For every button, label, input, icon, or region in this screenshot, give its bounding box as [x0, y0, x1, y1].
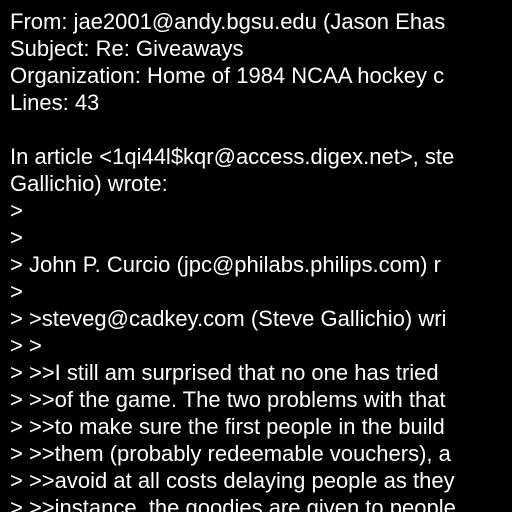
article-viewer: From: jae2001@andy.bgsu.edu (Jason Ehas …: [0, 0, 512, 512]
body-line: >: [10, 225, 23, 250]
body-line: > >>of the game. The two problems with t…: [10, 387, 446, 412]
body-line: > >steveg@cadkey.com (Steve Gallichio) w…: [10, 306, 447, 331]
article-text: From: jae2001@andy.bgsu.edu (Jason Ehas …: [10, 8, 456, 512]
body-line: > >: [10, 333, 42, 358]
body-line: Gallichio) wrote:: [10, 171, 168, 196]
body-line: [10, 116, 456, 143]
body-line: In article <1qi44l$kqr@access.digex.net>…: [10, 144, 455, 169]
body-line: > >>I still am surprised that no one has…: [10, 360, 439, 385]
body-line: > >>instance, the goodies are given to p…: [10, 495, 456, 512]
body-line: > John P. Curcio (jpc@philabs.philips.co…: [10, 252, 441, 277]
header-from: From: jae2001@andy.bgsu.edu (Jason Ehas: [10, 9, 446, 34]
body-line: > >>them (probably redeemable vouchers),…: [10, 441, 451, 466]
body-line: >: [10, 279, 23, 304]
body-line: > >>to make sure the first people in the…: [10, 414, 445, 439]
body-line: > >>avoid at all costs delaying people a…: [10, 468, 455, 493]
body-line: >: [10, 198, 23, 223]
header-lines: Lines: 43: [10, 90, 100, 115]
header-subject: Subject: Re: Giveaways: [10, 36, 244, 61]
header-organization: Organization: Home of 1984 NCAA hockey c: [10, 63, 445, 88]
